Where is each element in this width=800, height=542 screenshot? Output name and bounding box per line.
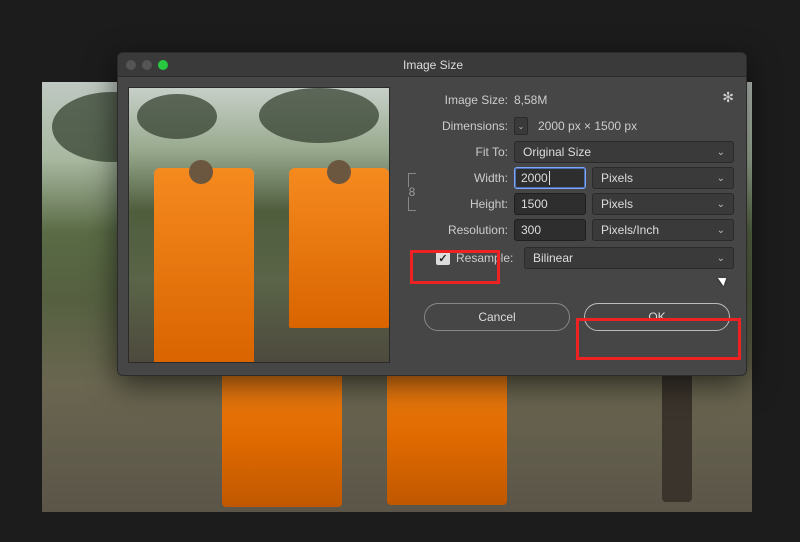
titlebar[interactable]: Image Size: [118, 53, 746, 77]
resample-checkbox[interactable]: ✓: [436, 251, 450, 265]
fit-to-label: Fit To:: [404, 145, 508, 159]
dialog-title: Image Size: [128, 58, 738, 72]
resolution-unit-select[interactable]: Pixels/Inch ⌄: [592, 219, 734, 241]
resample-label: Resample:: [456, 251, 518, 265]
height-input[interactable]: 1500: [514, 193, 586, 215]
chevron-down-icon: ⌄: [717, 199, 725, 210]
fit-to-select[interactable]: Original Size ⌄: [514, 141, 734, 163]
chevron-down-icon: ⌄: [717, 173, 725, 184]
chevron-down-icon: ⌄: [717, 225, 725, 236]
width-input[interactable]: 2000: [514, 167, 586, 189]
link-icon[interactable]: 8: [409, 187, 416, 197]
chevron-down-icon: ⌄: [717, 253, 725, 264]
resample-select[interactable]: Bilinear ⌄: [524, 247, 734, 269]
chevron-down-icon: ⌄: [717, 147, 725, 158]
image-size-label: Image Size:: [404, 93, 508, 107]
resolution-input[interactable]: 300: [514, 219, 586, 241]
width-label: Width:: [420, 171, 508, 185]
gear-icon[interactable]: ✻: [722, 89, 734, 106]
dimensions-label: Dimensions:: [404, 119, 508, 133]
resolution-label: Resolution:: [404, 223, 508, 237]
ok-button[interactable]: OK: [584, 303, 730, 331]
image-size-dialog: Image Size ✻ Image Size: 8,58M Dimension…: [117, 52, 747, 376]
cancel-button[interactable]: Cancel: [424, 303, 570, 331]
width-unit-select[interactable]: Pixels ⌄: [592, 167, 734, 189]
dimensions-unit-toggle[interactable]: ⌄: [514, 117, 528, 135]
height-label: Height:: [420, 197, 508, 211]
image-size-value: 8,58M: [514, 93, 547, 107]
dimensions-value: 2000 px × 1500 px: [538, 119, 637, 133]
fit-to-value: Original Size: [523, 145, 591, 159]
height-unit-select[interactable]: Pixels ⌄: [592, 193, 734, 215]
image-preview: [128, 87, 390, 363]
